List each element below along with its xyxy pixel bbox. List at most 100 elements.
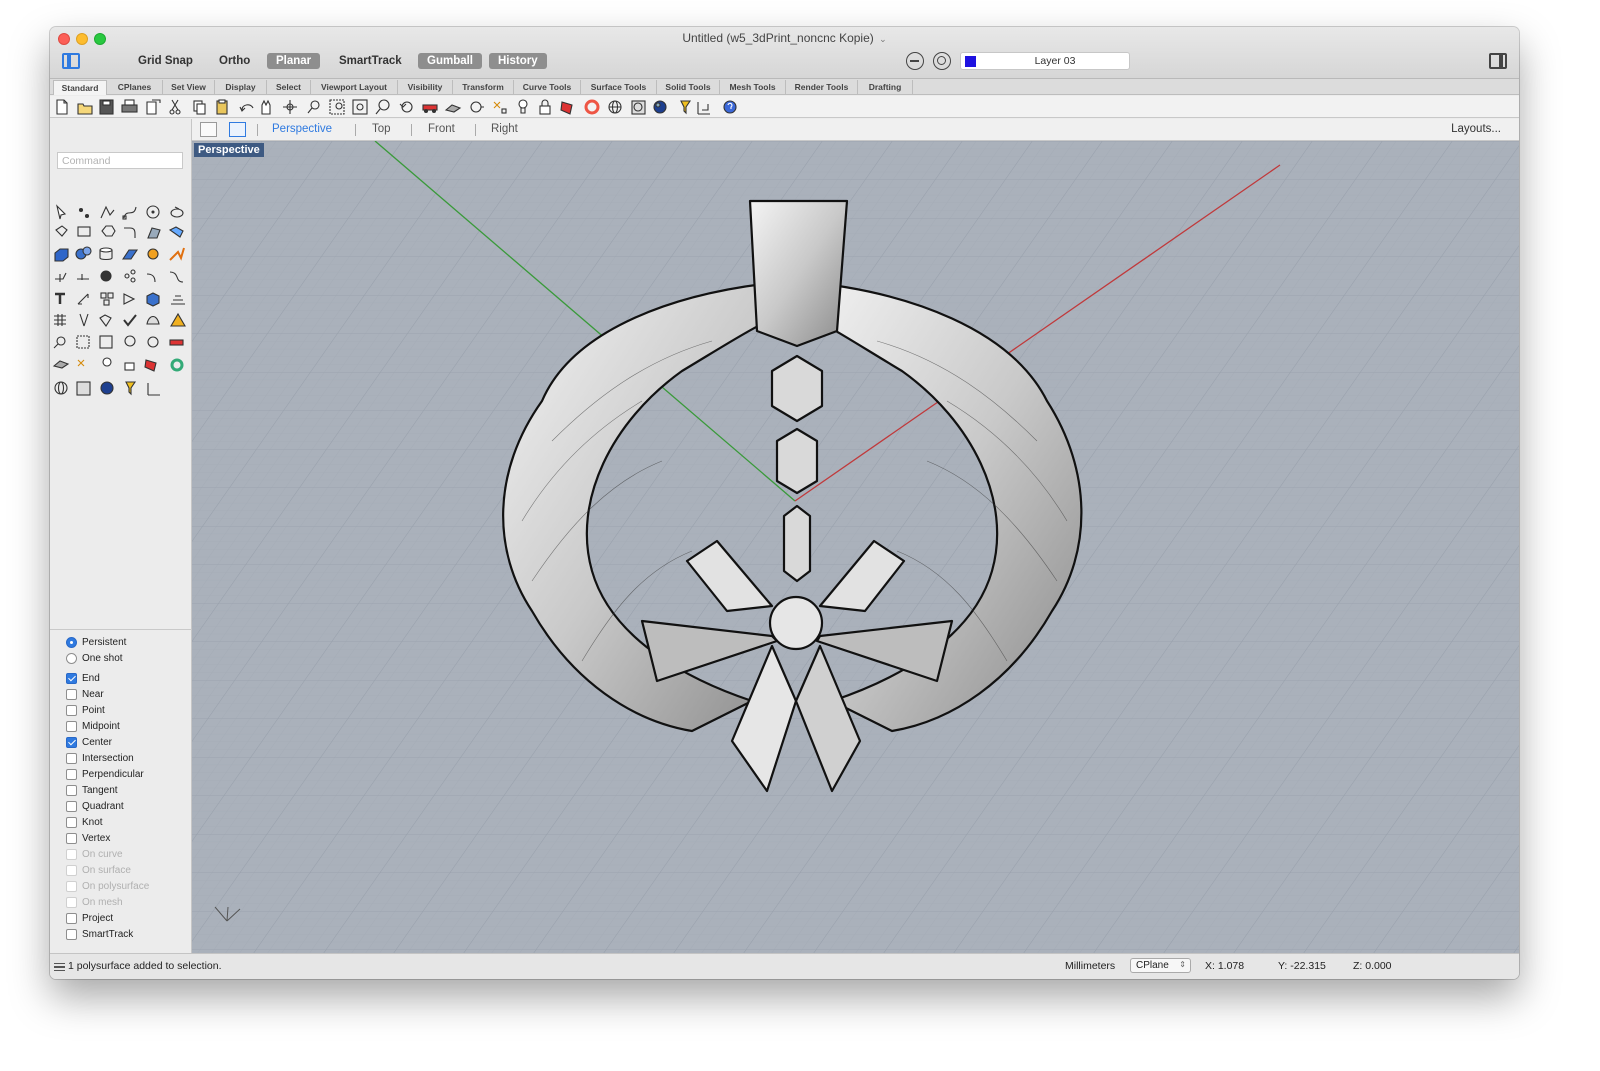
tab-visibility[interactable]: Visibility [398, 80, 453, 95]
cplane-select[interactable]: CPlane ⇕ [1130, 958, 1191, 973]
grid-snap-toggle[interactable]: Grid Snap [129, 53, 202, 69]
tab-solid-tools[interactable]: Solid Tools [657, 80, 720, 95]
osnap-mode-one-shot[interactable]: One shot [66, 651, 123, 665]
shaded-icon[interactable] [444, 104, 462, 113]
command-history-icon[interactable] [54, 963, 65, 971]
current-layer-selector[interactable]: Layer 03 [960, 52, 1130, 70]
lock-small-icon[interactable] [124, 362, 135, 371]
wireframe-small-icon[interactable] [54, 381, 68, 395]
color-wheel-small-icon[interactable] [170, 358, 184, 372]
polygon-icon[interactable] [55, 225, 68, 237]
tab-cplanes[interactable]: CPlanes [107, 80, 163, 95]
perspective-viewport[interactable]: Perspective [192, 141, 1519, 953]
filter-small-icon[interactable] [125, 381, 137, 396]
gear-tool-icon[interactable] [147, 248, 159, 260]
osnap-mode-persistent[interactable]: Persistent [66, 635, 126, 649]
radio-icon[interactable] [66, 652, 77, 664]
checkbox-icon[interactable] [66, 736, 77, 748]
fillet-edge-icon[interactable] [146, 273, 156, 283]
osnap-knot[interactable]: Knot [66, 815, 103, 829]
help-icon[interactable] [723, 100, 737, 114]
cut-icon[interactable] [169, 99, 181, 115]
tab-curve-tools[interactable]: Curve Tools [514, 80, 581, 95]
render-sphere-icon[interactable] [653, 100, 667, 114]
checkbox-icon[interactable] [66, 784, 77, 796]
osnap-cursor-icon[interactable] [906, 52, 924, 70]
car-small-icon[interactable] [169, 339, 184, 346]
right-panel-toggle-icon[interactable] [1489, 53, 1507, 69]
osnap-midpoint[interactable]: Midpoint [66, 719, 120, 733]
tab-transform[interactable]: Transform [453, 80, 514, 95]
text-icon[interactable] [55, 292, 65, 304]
curvature-icon[interactable] [146, 315, 160, 325]
osnap-quadrant[interactable]: Quadrant [66, 799, 124, 813]
dimension-icon[interactable] [77, 293, 89, 305]
checkbox-icon[interactable] [66, 704, 77, 716]
osnap-perpendicular[interactable]: Perpendicular [66, 767, 144, 781]
tab-display[interactable]: Display [215, 80, 267, 95]
mirror-icon[interactable] [123, 293, 136, 305]
checkbox-icon[interactable] [66, 720, 77, 732]
command-input[interactable] [57, 152, 183, 169]
checkbox-icon[interactable] [66, 672, 77, 684]
osnap-near[interactable]: Near [66, 687, 104, 701]
paste-icon[interactable] [216, 99, 228, 115]
color-wheel-icon[interactable] [584, 99, 600, 115]
wireframe-sphere-icon[interactable] [608, 100, 622, 114]
light-bulb-icon[interactable] [518, 99, 528, 114]
smarttrack-toggle[interactable]: SmartTrack [330, 53, 411, 69]
gumball-align-icon[interactable] [697, 102, 710, 115]
undo-view-icon[interactable] [399, 101, 413, 113]
open-file-icon[interactable] [77, 103, 93, 115]
tab-render-tools[interactable]: Render Tools [786, 80, 858, 95]
zoom-extents-icon[interactable] [352, 99, 368, 115]
checkbox-icon[interactable] [66, 912, 77, 924]
blob-icon[interactable] [100, 270, 112, 282]
radio-icon[interactable] [66, 636, 77, 648]
tab-surface-tools[interactable]: Surface Tools [581, 80, 657, 95]
tab-right[interactable]: Right [491, 123, 518, 135]
osnap-end[interactable]: End [66, 671, 100, 685]
tab-standard[interactable]: Standard [53, 80, 107, 95]
gumball-icon[interactable] [124, 269, 136, 283]
rectangle-icon[interactable] [77, 226, 91, 237]
rendered-box-small-icon[interactable] [76, 381, 91, 396]
four-view-layout-icon[interactable] [200, 122, 217, 137]
zoom-in-icon[interactable] [53, 336, 66, 349]
checkbox-icon[interactable] [66, 928, 77, 940]
export-icon[interactable] [146, 99, 161, 115]
zoom-selected-small-icon[interactable] [124, 335, 136, 347]
tab-viewport-layout[interactable]: Viewport Layout [311, 80, 398, 95]
layouts-button[interactable]: Layouts... [1451, 123, 1501, 135]
window-title[interactable]: Untitled (w5_3dPrint_noncnc Kopie) ⌄ [50, 31, 1519, 45]
grid-array-icon[interactable] [54, 314, 66, 326]
split-icon[interactable] [55, 272, 67, 282]
check-icon[interactable] [123, 314, 137, 327]
osnap-center[interactable]: Center [66, 735, 112, 749]
contour-icon[interactable] [171, 295, 185, 305]
rotate-view-icon[interactable] [283, 100, 297, 114]
points-small-icon[interactable] [77, 359, 85, 367]
pan-hand-icon[interactable] [261, 99, 271, 115]
polyline-icon[interactable] [100, 205, 115, 219]
zoom-window-icon[interactable] [329, 99, 345, 115]
lock-icon[interactable] [539, 99, 551, 115]
viewport-title[interactable]: Perspective [194, 143, 264, 157]
named-views-icon[interactable] [470, 101, 484, 113]
save-icon[interactable] [99, 99, 114, 115]
cube-edit-icon[interactable] [99, 314, 112, 327]
warning-icon[interactable] [170, 312, 186, 327]
sidebar-toggle-icon[interactable] [62, 53, 80, 69]
copy-icon[interactable] [193, 100, 206, 115]
record-history-icon[interactable] [933, 52, 951, 70]
analyze-icon[interactable] [79, 313, 89, 327]
ortho-toggle[interactable]: Ortho [210, 53, 259, 69]
zoom-icon[interactable] [307, 100, 320, 114]
osnap-project[interactable]: Project [66, 911, 113, 925]
extrude-icon[interactable] [121, 249, 139, 260]
arc-icon[interactable] [170, 206, 184, 218]
circle-icon[interactable] [146, 205, 160, 219]
render-sphere-small-icon[interactable] [100, 381, 114, 395]
zoom-window-small-icon[interactable] [76, 335, 90, 349]
undo-view-small-icon[interactable] [147, 336, 159, 348]
